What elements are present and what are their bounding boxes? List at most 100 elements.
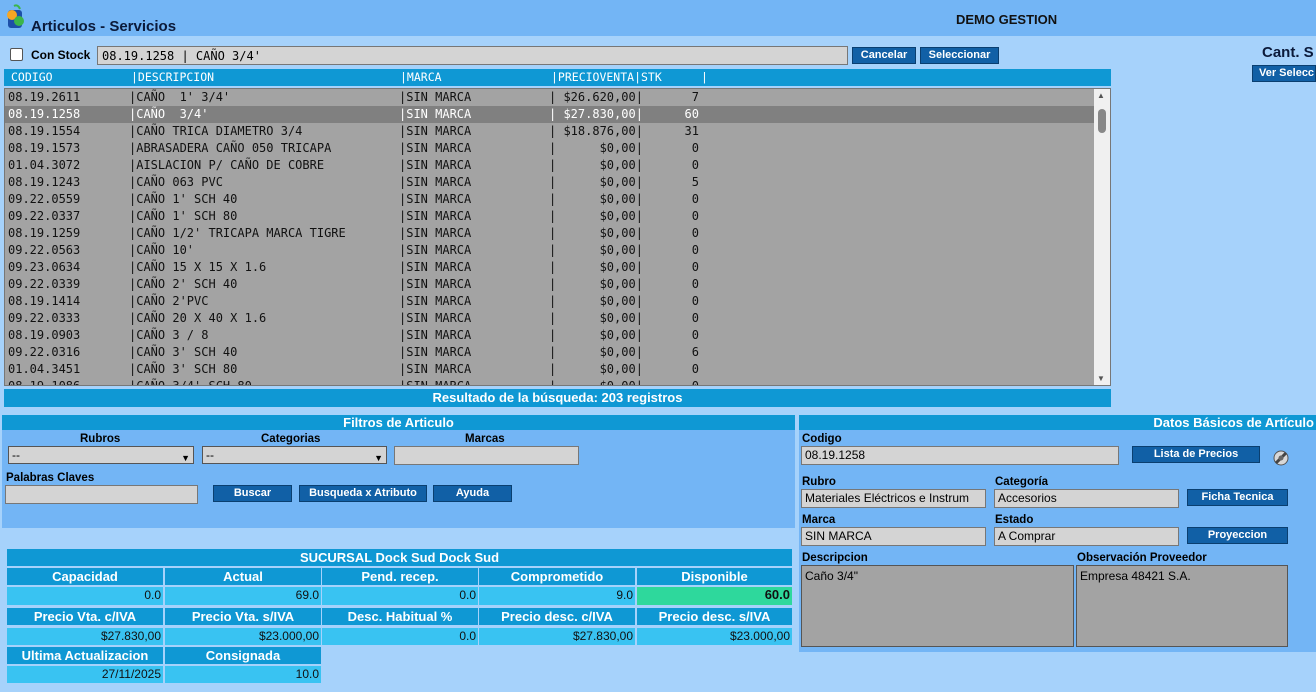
list-item[interactable]: 09.22.0563 |CAÑO 10' |SIN MARCA | $0,00| 0 (5, 242, 1095, 259)
rubros-label: Rubros (80, 433, 121, 445)
list-cell-code: 01.04.3451 (8, 362, 81, 376)
estado-field[interactable]: A Comprar (994, 527, 1179, 546)
list-item[interactable]: 08.19.1414 |CAÑO 2'PVC |SIN MARCA | $0,00| 0 (5, 293, 1095, 310)
list-item[interactable]: 08.19.1554 |CAÑO TRICA DIAMETRO 3/4 |SIN M… (5, 123, 1095, 140)
marca-field[interactable]: SIN MARCA (801, 527, 986, 546)
palabras-input[interactable] (5, 485, 198, 504)
cancel-button[interactable]: Cancelar (852, 47, 916, 64)
marcas-input[interactable] (394, 446, 579, 465)
obs-proveedor-textarea[interactable]: Empresa 48421 S.A. (1076, 565, 1288, 647)
list-cell-stk: 6 (691, 345, 699, 359)
ficha-tecnica-button[interactable]: Ficha Tecnica (1187, 489, 1288, 506)
palabras-label: Palabras Claves (6, 472, 95, 484)
list-cell-code: 09.22.0337 (8, 209, 81, 223)
grid-header-precio-vta-c-iva: Precio Vta. c/IVA (7, 608, 163, 625)
list-cell-stk: 0 (691, 158, 699, 172)
buscar-button[interactable]: Buscar (213, 485, 292, 502)
filtros-panel (2, 430, 795, 528)
cant-label: Cant. S (1262, 44, 1314, 61)
rubros-select[interactable]: -- ▼ (8, 446, 194, 464)
list-item[interactable]: 09.22.0333 |CAÑO 20 X 40 X 1.6 |SIN MARCA |… (5, 310, 1095, 327)
list-cell-precio: | $0,00| (549, 328, 643, 342)
categorias-select[interactable]: -- ▼ (202, 446, 387, 464)
col-precio-stk: |PRECIOVENTA|STK (551, 70, 662, 84)
con-stock-checkbox[interactable] (10, 48, 23, 61)
list-cell-desc: |CAÑO 063 PVC (129, 175, 223, 189)
grid-header-comprometido: Comprometido (479, 568, 635, 585)
title-bar (0, 0, 1316, 36)
proyeccion-button[interactable]: Proyeccion (1187, 527, 1288, 544)
grid-header-precio-vta-s-iva: Precio Vta. s/IVA (165, 608, 321, 625)
list-cell-stk: 0 (691, 328, 699, 342)
list-cell-stk: 7 (691, 90, 699, 104)
list-cell-marca: |SIN MARCA (399, 192, 472, 206)
grid-value-actual: 69.0 (165, 587, 321, 605)
list-cell-precio: | $0,00| (549, 345, 643, 359)
list-cell-marca: |SIN MARCA (399, 90, 472, 104)
list-item[interactable]: 01.04.3072 |AISLACION P/ CAÑO DE COBRE |SI… (5, 157, 1095, 174)
list-cell-stk: 0 (691, 226, 699, 240)
list-item[interactable]: 09.22.0559 |CAÑO 1' SCH 40 |SIN MARCA | $0,… (5, 191, 1095, 208)
list-item[interactable]: 08.19.0903 |CAÑO 3 / 8 |SIN MARCA | $0,00| 0 (5, 327, 1095, 344)
grid-header-precio-desc-c-iva: Precio desc. c/IVA (479, 608, 635, 625)
descripcion-label: Descripcion (802, 552, 868, 564)
scroll-up-icon[interactable]: ▲ (1097, 91, 1105, 100)
list-item[interactable]: 01.04.3451 |CAÑO 3' SCH 80 |SIN MARCA | $0,… (5, 361, 1095, 378)
marcas-label: Marcas (465, 433, 505, 445)
list-cell-marca: |SIN MARCA (399, 379, 472, 386)
page-title: Articulos - Servicios (31, 18, 177, 35)
obs-proveedor-label: Observación Proveedor (1077, 552, 1207, 564)
select-button[interactable]: Seleccionar (920, 47, 999, 64)
list-cell-code: 09.22.0316 (8, 345, 81, 359)
ver-seleccion-button[interactable]: Ver Selecc (1252, 65, 1316, 82)
list-cell-stk: 5 (691, 175, 699, 189)
list-header: CODIGO |DESCRIPCION |MARCA |PRECIOVENTA|… (4, 69, 1111, 86)
list-cell-desc: |CAÑO TRICA DIAMETRO 3/4 (129, 124, 303, 138)
categoria-field[interactable]: Accesorios (994, 489, 1179, 508)
list-item[interactable]: 09.22.0339 |CAÑO 2' SCH 40 |SIN MARCA | $0,… (5, 276, 1095, 293)
descripcion-textarea[interactable]: Caño 3/4" (801, 565, 1074, 647)
list-item[interactable]: 09.22.0316 |CAÑO 3' SCH 40 |SIN MARCA | $0,… (5, 344, 1095, 361)
search-input[interactable]: 08.19.1258 | CAÑO 3/4' (97, 46, 848, 65)
lista-precios-button[interactable]: Lista de Precios (1132, 446, 1260, 463)
list-item[interactable]: 08.19.1243 |CAÑO 063 PVC |SIN MARCA | $0,00… (5, 174, 1095, 191)
list-cell-marca: |SIN MARCA (399, 294, 472, 308)
list-cell-marca: |SIN MARCA (399, 260, 472, 274)
grid-value-ultima-actualizacion: 27/11/2025 (7, 666, 163, 683)
scroll-thumb[interactable] (1098, 109, 1106, 133)
list-item[interactable]: 09.22.0337 |CAÑO 1' SCH 80 |SIN MARCA | $0,… (5, 208, 1095, 225)
categoria-label: Categoría (995, 476, 1049, 488)
list-item[interactable]: 08.19.1573 |ABRASADERA CAÑO 050 TRICAPA |S… (5, 140, 1095, 157)
grid-value-precio-vta-c-iva: $27.830,00 (7, 628, 163, 645)
list-item[interactable]: 08.19.1258 |CAÑO 3/4' |SIN MARCA | $27.830,… (5, 106, 1095, 123)
list-cell-stk: 0 (691, 362, 699, 376)
list-item[interactable]: 09.23.0634 |CAÑO 15 X 15 X 1.6 |SIN MARCA |… (5, 259, 1095, 276)
list-cell-precio: | $0,00| (549, 362, 643, 376)
list-item[interactable]: 08.19.2611 |CAÑO 1' 3/4' |SIN MARCA | $26.6… (5, 89, 1095, 106)
rubro-label: Rubro (802, 476, 836, 488)
list-cell-stk: 0 (691, 294, 699, 308)
list-item[interactable]: 08.19.1259 |CAÑO 1/2' TRICAPA MARCA TIGRE… (5, 225, 1095, 242)
list-scrollbar[interactable]: ▲ ▼ (1094, 89, 1110, 385)
list-cell-desc: |CAÑO 3/4' SCH 80 (129, 379, 252, 386)
tools-icon[interactable] (1270, 447, 1292, 469)
articles-list[interactable]: 08.19.2611 |CAÑO 1' 3/4' |SIN MARCA | $26.6… (4, 88, 1111, 386)
grid-header-consignada: Consignada (165, 647, 321, 664)
list-cell-precio: | $0,00| (549, 158, 643, 172)
col-marca: |MARCA (400, 70, 442, 84)
list-cell-desc: |CAÑO 1' 3/4' (129, 90, 231, 104)
chevron-down-icon: ▼ (374, 453, 383, 463)
ayuda-button[interactable]: Ayuda (433, 485, 512, 502)
list-cell-desc: |CAÑO 3/4' (129, 107, 209, 121)
list-cell-code: 08.19.1086 (8, 379, 81, 386)
codigo-field[interactable]: 08.19.1258 (801, 446, 1119, 465)
list-cell-stk: 0 (691, 260, 699, 274)
list-cell-precio: | $0,00| (549, 243, 643, 257)
busqueda-atributo-button[interactable]: Busqueda x Atributo (299, 485, 427, 502)
grid-value-pend-recep: 0.0 (322, 587, 478, 605)
list-cell-precio: | $0,00| (549, 379, 643, 386)
rubro-field[interactable]: Materiales Eléctricos e Instrum (801, 489, 986, 508)
list-cell-code: 08.19.0903 (8, 328, 81, 342)
scroll-down-icon[interactable]: ▼ (1097, 374, 1105, 383)
list-item[interactable]: 08.19.1086 |CAÑO 3/4' SCH 80 |SIN MARCA | $… (5, 378, 1095, 386)
